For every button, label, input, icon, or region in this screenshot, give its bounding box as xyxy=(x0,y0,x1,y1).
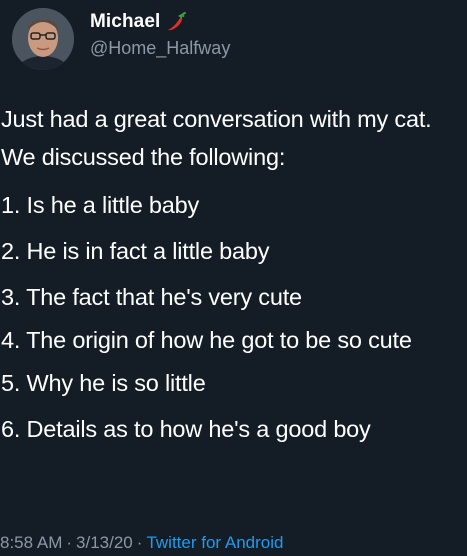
tweet-text: Just had a great conversation with my ca… xyxy=(0,100,467,452)
chili-pepper-icon xyxy=(165,11,187,33)
list-item: 1. Is he a little baby xyxy=(1,192,200,218)
tweet-date[interactable]: 3/13/20 xyxy=(76,533,133,552)
tweet-intro: Just had a great conversation with my ca… xyxy=(1,106,432,170)
avatar-image xyxy=(12,8,74,70)
list-item: 6. Details as to how he's a good boy xyxy=(1,416,371,442)
display-name[interactable]: Michael xyxy=(90,11,160,33)
user-info: Michael @Home_Halfway xyxy=(90,10,230,59)
list-item: 4. The origin of how he got to be so cut… xyxy=(1,327,412,353)
list-item: 2. He is in fact a little baby xyxy=(1,238,270,264)
tweet-header: Michael @Home_Halfway xyxy=(0,0,467,80)
topic-list: 1. Is he a little baby 2. He is in fact … xyxy=(0,182,467,452)
avatar[interactable] xyxy=(12,8,74,70)
list-item: 3. The fact that he's very cute xyxy=(1,284,302,310)
display-name-row: Michael xyxy=(90,10,230,34)
tweet-meta: 8:58 AM · 3/13/20 · Twitter for Android xyxy=(0,533,283,553)
user-handle[interactable]: @Home_Halfway xyxy=(90,38,230,59)
meta-separator: · xyxy=(136,533,143,552)
tweet-time[interactable]: 8:58 AM xyxy=(0,533,62,552)
tweet-source-link[interactable]: Twitter for Android xyxy=(146,533,283,552)
tweet-card: Michael @Home_Halfway Just had a great c… xyxy=(0,0,467,556)
meta-separator: · xyxy=(66,533,73,552)
list-item: 5. Why he is so little xyxy=(1,370,206,396)
